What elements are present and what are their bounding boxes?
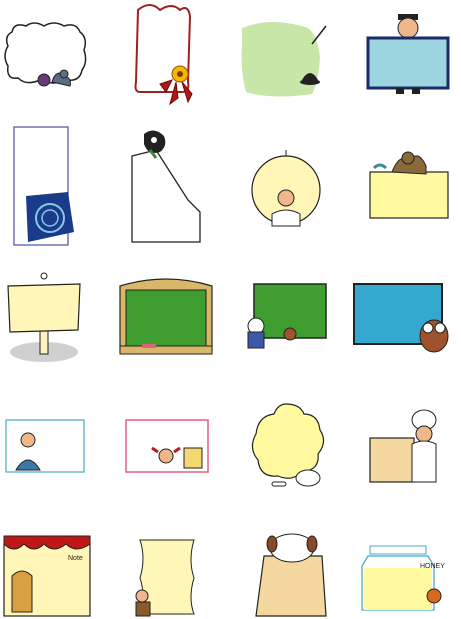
- green-paper-with-ink: [236, 18, 332, 97]
- honey-jar-with-bear: HONEY: [361, 544, 454, 616]
- man-holding-sign: [366, 14, 450, 96]
- ribbon-frame-with-flowers: [132, 2, 200, 108]
- chef-with-sign: [368, 408, 440, 492]
- blue-board-with-owl: [352, 280, 456, 360]
- note-label: Note: [68, 555, 83, 562]
- frame-with-girl: [124, 418, 212, 476]
- wooden-signboard: [6, 272, 82, 364]
- chalkboard-with-dogs: [246, 280, 330, 352]
- yellow-bubble-with-dog: [248, 402, 328, 494]
- torn-paper-with-penguin: [128, 128, 204, 244]
- honey-label: HONEY: [420, 563, 445, 570]
- shop-sign-with-dog: Note: [2, 535, 94, 618]
- yellow-note-with-cat: [366, 151, 450, 222]
- frame-with-sitting-child: [4, 418, 88, 476]
- green-chalkboard: [118, 276, 214, 358]
- scroll-with-boy: [128, 538, 200, 618]
- frame-with-blue-swirl: [12, 126, 76, 248]
- circle-frame-with-scientist: [250, 148, 322, 228]
- paper-bag-with-dog: [252, 532, 328, 618]
- cloud-frame-with-animals: [4, 20, 88, 92]
